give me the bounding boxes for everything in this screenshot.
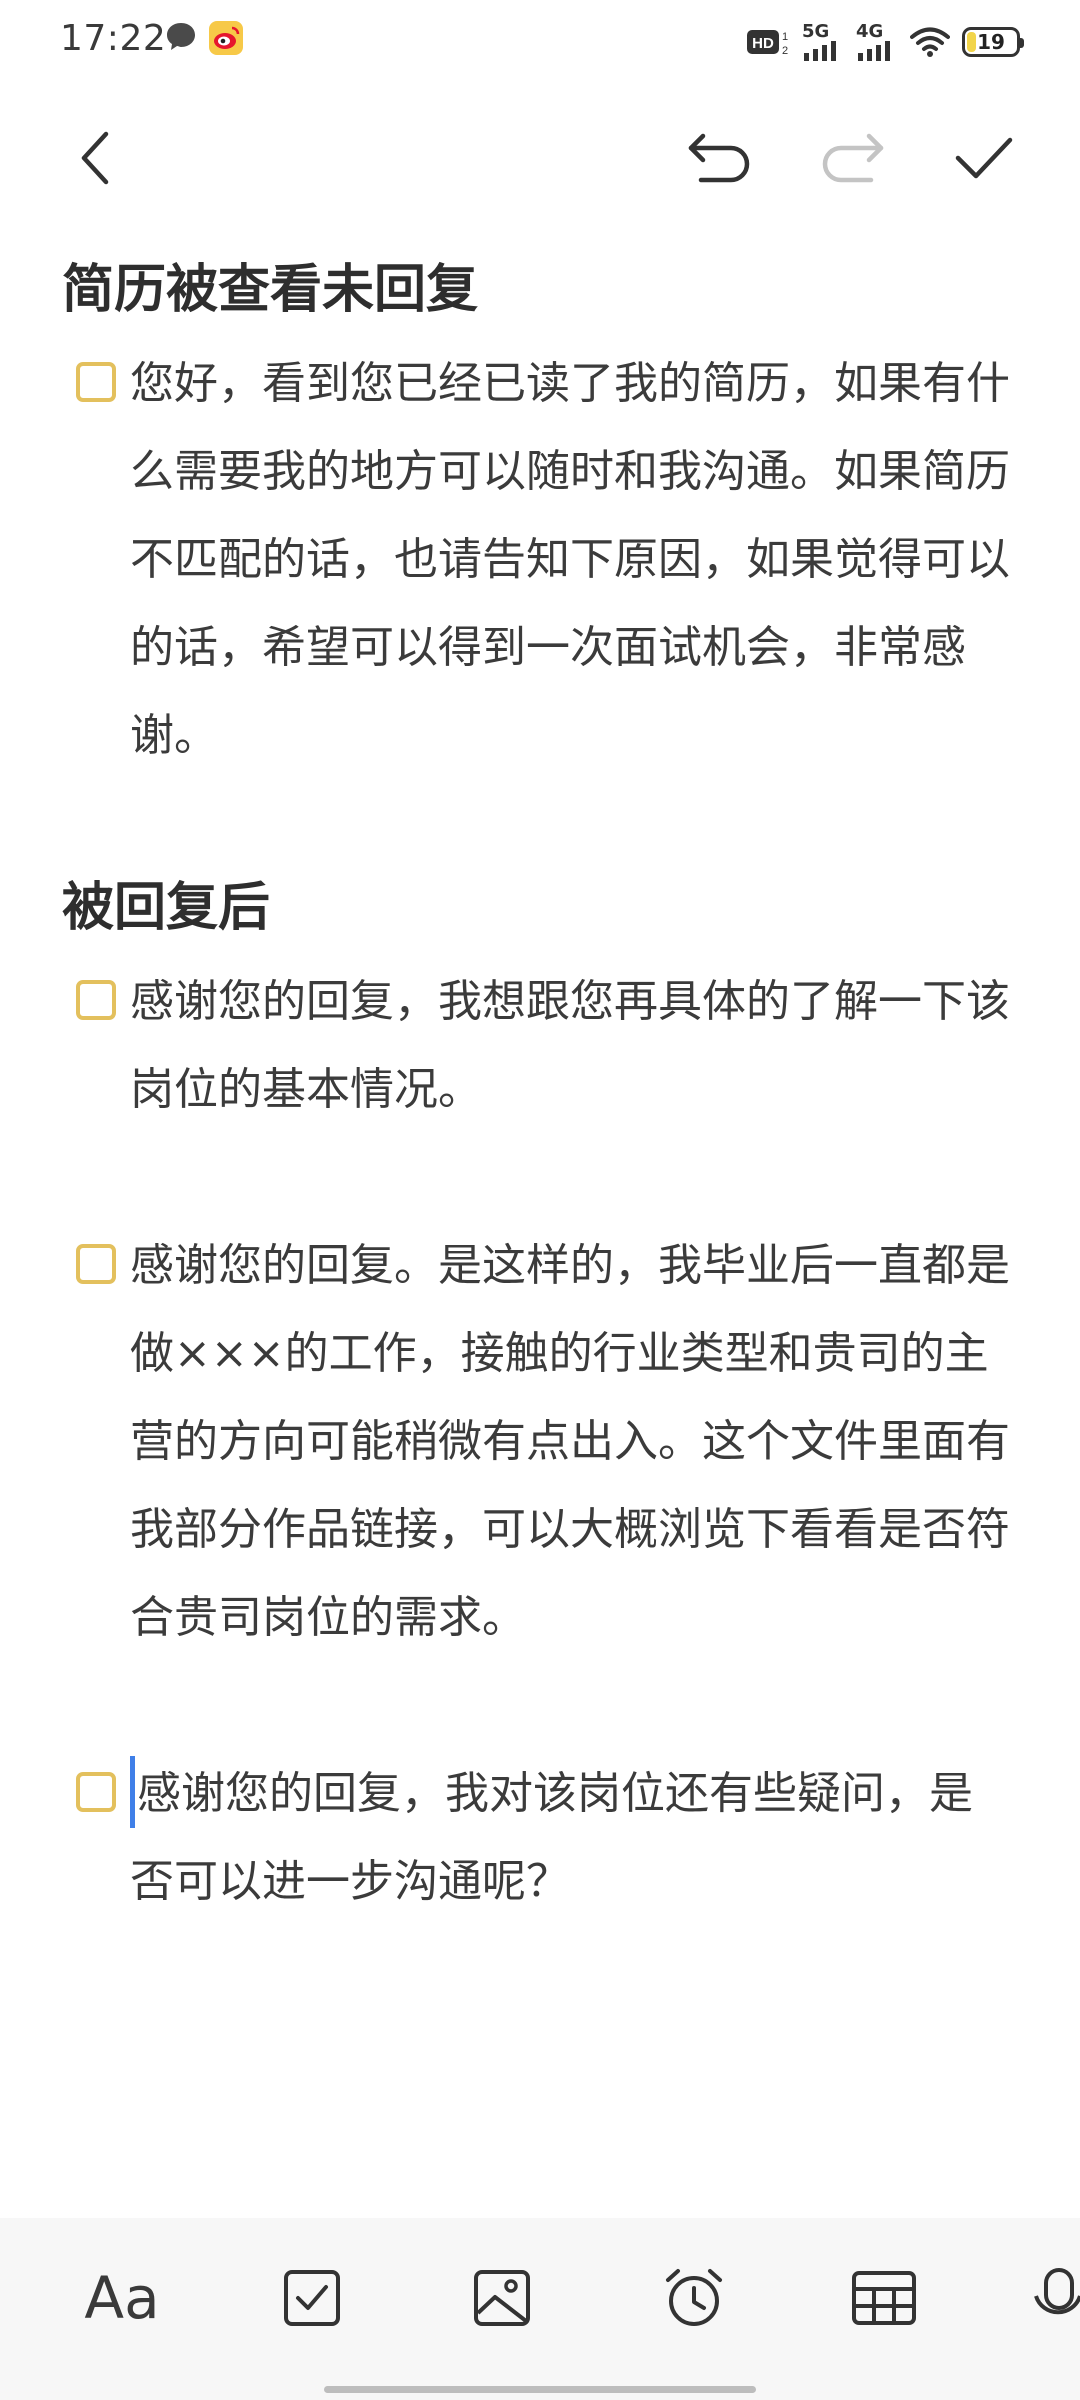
- checklist-item-text-content: 感谢您的回复，我对该岗位还有些疑问，是否可以进一步沟通呢？: [130, 1768, 973, 1907]
- section-title: 简历被查看未回复: [62, 260, 479, 320]
- checklist-item-text[interactable]: 感谢您的回复。是这样的，我毕业后一直都是做×××的工作，接触的行业类型和贵司的主…: [130, 1222, 1010, 1662]
- checklist-item-text[interactable]: 您好，看到您已经已读了我的简历，如果有什么需要我的地方可以随时和我沟通。如果简历…: [130, 340, 1010, 780]
- checklist-item[interactable]: 您好，看到您已经已读了我的简历，如果有什么需要我的地方可以随时和我沟通。如果简历…: [62, 340, 1022, 780]
- alarm-button[interactable]: [646, 2250, 742, 2346]
- back-button[interactable]: [48, 110, 144, 206]
- checklist-item-text[interactable]: 感谢您的回复，我想跟您再具体的了解一下该岗位的基本情况。: [130, 958, 1010, 1134]
- voice-button[interactable]: [1030, 2250, 1080, 2346]
- table-icon: [852, 2271, 916, 2325]
- undo-button[interactable]: [672, 110, 768, 206]
- signal-bars-icon: [858, 41, 890, 61]
- text-style-button[interactable]: Aa: [74, 2250, 170, 2346]
- signal-4g: 4G: [856, 23, 898, 61]
- signal-5g: 5G: [802, 23, 844, 61]
- image-button[interactable]: [454, 2250, 550, 2346]
- checkbox[interactable]: [76, 362, 116, 402]
- hd-icon: HD 1 2: [747, 30, 788, 57]
- undo-icon: [688, 133, 750, 183]
- weibo-icon: [209, 21, 243, 55]
- note-content[interactable]: 简历被查看未回复 您好，看到您已经已读了我的简历，如果有什么需要我的地方可以随时…: [62, 250, 1022, 1926]
- checkbox[interactable]: [76, 1244, 116, 1284]
- svg-text:2: 2: [782, 45, 788, 57]
- chevron-left-icon: [81, 131, 109, 185]
- note-editor-screen: 17:22 HD 1 2 5G 4G 19 简历被查看未回复 您好，看到您已经已…: [0, 0, 1080, 2400]
- checkbox[interactable]: [76, 980, 116, 1020]
- text-style-icon: Aa: [84, 2264, 160, 2332]
- checklist-item[interactable]: 感谢您的回复。是这样的，我毕业后一直都是做×××的工作，接触的行业类型和贵司的主…: [62, 1222, 1022, 1662]
- checkbox[interactable]: [76, 1772, 116, 1812]
- image-icon: [474, 2270, 530, 2326]
- editor-toolbar: [0, 110, 1080, 206]
- signal-bars-icon: [804, 41, 836, 61]
- text-cursor: [130, 1756, 135, 1828]
- checklist-item[interactable]: 感谢您的回复，我想跟您再具体的了解一下该岗位的基本情况。: [62, 958, 1022, 1134]
- check-icon: [955, 137, 1013, 179]
- mic-icon: [1034, 2268, 1080, 2315]
- battery-fill: [967, 32, 977, 52]
- checklist-button[interactable]: [264, 2250, 360, 2346]
- bottom-toolbar: Aa: [0, 2218, 1080, 2400]
- status-time: 17:22: [60, 18, 167, 59]
- checklist-item[interactable]: 感谢您的回复，我对该岗位还有些疑问，是否可以进一步沟通呢？: [62, 1750, 1022, 1926]
- wifi-icon: [910, 27, 950, 57]
- section-title: 被回复后: [62, 878, 271, 938]
- status-bar: 17:22 HD 1 2 5G 4G 19: [0, 0, 1080, 84]
- redo-button[interactable]: [804, 110, 900, 206]
- home-indicator[interactable]: [324, 2386, 756, 2393]
- redo-icon: [822, 133, 884, 183]
- checklist-item-text[interactable]: 感谢您的回复，我对该岗位还有些疑问，是否可以进一步沟通呢？: [130, 1750, 1010, 1926]
- status-right: HD 1 2 5G 4G 19: [746, 18, 1024, 66]
- svg-text:1: 1: [782, 31, 788, 43]
- alarm-icon: [666, 2269, 722, 2326]
- done-button[interactable]: [936, 110, 1032, 206]
- table-button[interactable]: [836, 2250, 932, 2346]
- svg-text:HD: HD: [752, 35, 774, 52]
- battery-indicator: 19: [962, 27, 1024, 57]
- chat-icon: [167, 23, 195, 50]
- checklist-icon: [284, 2270, 340, 2326]
